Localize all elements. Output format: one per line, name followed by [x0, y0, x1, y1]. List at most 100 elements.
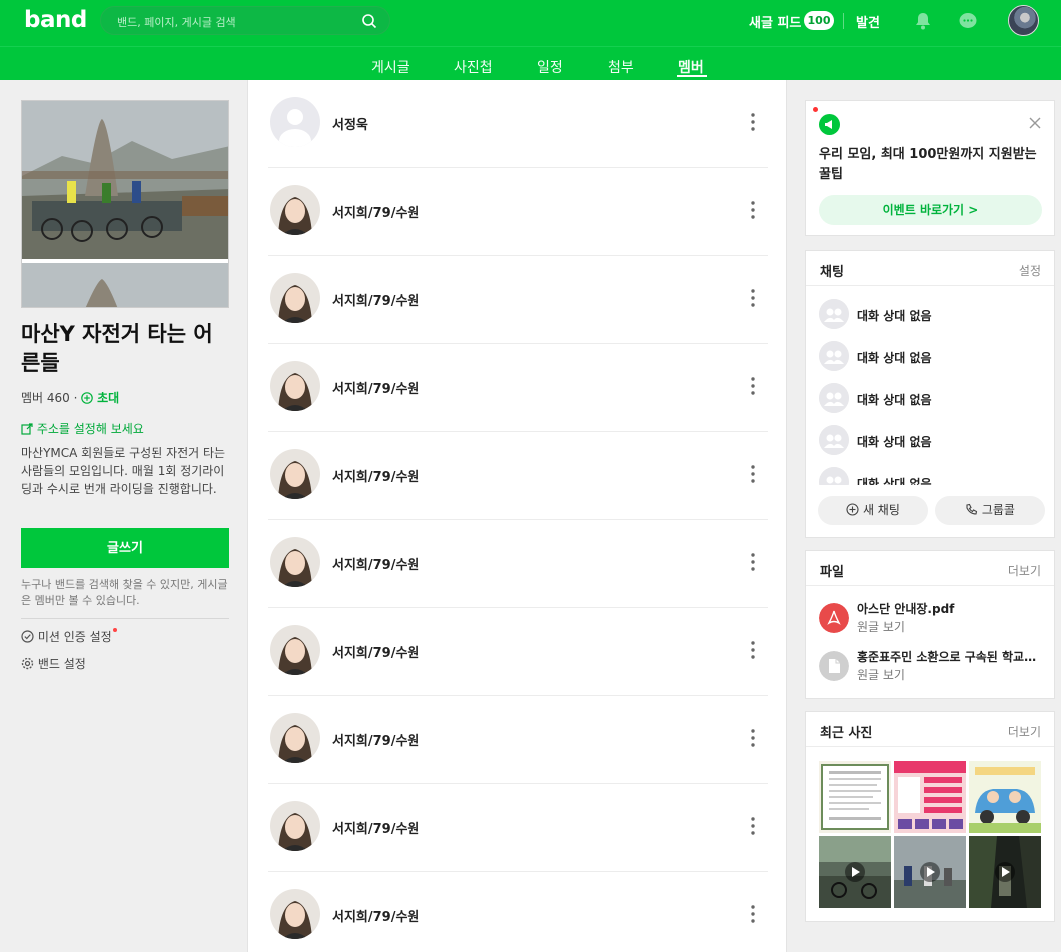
search-input[interactable]: 밴드, 페이지, 게시글 검색 — [117, 14, 236, 30]
invite-plus-icon[interactable] — [81, 392, 94, 404]
member-name[interactable]: 서지희/79/수원 — [332, 818, 419, 837]
member-name[interactable]: 서지희/79/수원 — [332, 642, 419, 661]
band-setting-link[interactable]: 밴드 설정 — [21, 655, 86, 672]
member-row[interactable]: 서지희/79/수원 — [268, 520, 768, 608]
file-name[interactable]: 아스단 안내장.pdf — [857, 600, 1047, 617]
photo-thumbnail[interactable] — [819, 761, 891, 833]
member-name[interactable]: 서지희/79/수원 — [332, 202, 419, 221]
new-chat-button[interactable]: 새 채팅 — [818, 496, 928, 525]
tab-schedule[interactable]: 일정 — [537, 57, 563, 77]
band-setting-label[interactable]: 밴드 설정 — [38, 657, 86, 671]
member-name[interactable]: 서지희/79/수원 — [332, 378, 419, 397]
set-address-label[interactable]: 주소를 설정해 보세요 — [37, 422, 144, 436]
chat-room-name[interactable]: 대화 상대 없음 — [857, 475, 932, 485]
file-item[interactable]: 홍준표주민 소환으로 구속된 학교급식 살리기 원글 보기 — [819, 648, 1047, 688]
chat-settings-link[interactable]: 설정 — [1019, 262, 1041, 279]
discover-link[interactable]: 발견 — [856, 12, 880, 31]
member-avatar[interactable] — [270, 889, 320, 939]
member-count[interactable]: 멤버 460 — [21, 391, 70, 405]
more-options-icon[interactable] — [746, 904, 760, 924]
member-name[interactable]: 서지희/79/수원 — [332, 730, 419, 749]
chat-room-name[interactable]: 대화 상대 없음 — [857, 307, 932, 324]
chat-bubble-icon[interactable] — [958, 11, 978, 31]
member-row[interactable]: 서지희/79/수원 — [268, 432, 768, 520]
member-avatar[interactable] — [270, 273, 320, 323]
member-name[interactable]: 서지희/79/수원 — [332, 554, 419, 573]
bell-icon[interactable] — [913, 11, 933, 31]
video-thumbnail[interactable] — [819, 836, 891, 908]
member-name[interactable]: 서지희/79/수원 — [332, 906, 419, 925]
new-feed-link[interactable]: 새글 피드 — [749, 12, 801, 31]
megaphone-icon — [819, 114, 840, 135]
member-avatar[interactable] — [270, 185, 320, 235]
member-row[interactable]: 서지희/79/수원 — [268, 872, 768, 952]
video-thumbnail[interactable] — [894, 836, 966, 908]
more-options-icon[interactable] — [746, 464, 760, 484]
top-bar: band 밴드, 페이지, 게시글 검색 새글 피드 100 발견 — [0, 0, 1061, 46]
member-name[interactable]: 서지희/79/수원 — [332, 290, 419, 309]
close-icon[interactable] — [1029, 117, 1041, 129]
group-avatar-icon — [819, 341, 849, 371]
file-item[interactable]: 아스단 안내장.pdf 원글 보기 — [819, 600, 1044, 640]
group-call-label[interactable]: 그룹콜 — [982, 503, 1015, 517]
play-icon[interactable] — [995, 862, 1015, 882]
more-options-icon[interactable] — [746, 816, 760, 836]
member-row[interactable]: 서지희/79/수원 — [268, 344, 768, 432]
more-options-icon[interactable] — [746, 112, 760, 132]
tab-members[interactable]: 멤버 — [678, 57, 704, 77]
member-avatar[interactable] — [270, 625, 320, 675]
profile-avatar[interactable] — [1008, 5, 1039, 36]
member-row[interactable]: 서지희/79/수원 — [268, 256, 768, 344]
mission-setting-label[interactable]: 미션 인증 설정 — [38, 630, 112, 644]
photo-thumbnail[interactable] — [969, 761, 1041, 833]
more-options-icon[interactable] — [746, 376, 760, 396]
member-photo — [270, 625, 320, 675]
search-box[interactable]: 밴드, 페이지, 게시글 검색 — [100, 6, 390, 35]
chat-room-name[interactable]: 대화 상대 없음 — [857, 433, 932, 450]
member-avatar[interactable] — [270, 449, 320, 499]
card-divider — [806, 285, 1054, 286]
member-row[interactable]: 서지희/79/수원 — [268, 608, 768, 696]
member-avatar[interactable] — [270, 537, 320, 587]
more-options-icon[interactable] — [746, 552, 760, 572]
tab-posts[interactable]: 게시글 — [371, 57, 410, 77]
files-more-link[interactable]: 더보기 — [1008, 562, 1041, 579]
more-options-icon[interactable] — [746, 200, 760, 220]
search-icon[interactable] — [361, 13, 377, 29]
photos-more-link[interactable]: 더보기 — [1008, 723, 1041, 740]
video-thumbnail[interactable] — [969, 836, 1041, 908]
play-icon[interactable] — [845, 862, 865, 882]
mission-setting-link[interactable]: 미션 인증 설정 — [21, 628, 117, 645]
member-name[interactable]: 서지희/79/수원 — [332, 466, 419, 485]
write-post-button[interactable]: 글쓰기 — [21, 528, 229, 568]
set-address-link[interactable]: 주소를 설정해 보세요 — [21, 420, 144, 437]
chat-room-name[interactable]: 대화 상대 없음 — [857, 391, 932, 408]
member-row[interactable]: 서지희/79/수원 — [268, 784, 768, 872]
view-original-link[interactable]: 원글 보기 — [857, 618, 905, 635]
member-row[interactable]: 서지희/79/수원 — [268, 168, 768, 256]
more-options-icon[interactable] — [746, 640, 760, 660]
tab-attachments[interactable]: 첨부 — [608, 57, 634, 77]
event-button[interactable]: 이벤트 바로가기 > — [819, 195, 1042, 225]
invite-link[interactable]: 초대 — [97, 391, 119, 405]
member-name[interactable]: 서정욱 — [332, 114, 368, 133]
chat-room-name[interactable]: 대화 상대 없음 — [857, 349, 932, 366]
group-avatar-icon — [819, 383, 849, 413]
band-logo[interactable]: band — [24, 7, 87, 33]
new-chat-label[interactable]: 새 채팅 — [863, 503, 900, 517]
member-row[interactable]: 서지희/79/수원 — [268, 696, 768, 784]
group-call-button[interactable]: 그룹콜 — [935, 496, 1045, 525]
member-row[interactable]: 서정욱 — [268, 80, 768, 168]
band-cover-image[interactable] — [21, 100, 229, 308]
file-name[interactable]: 홍준표주민 소환으로 구속된 학교급식 살리기 — [857, 648, 1047, 665]
more-options-icon[interactable] — [746, 728, 760, 748]
member-avatar[interactable] — [270, 97, 320, 147]
tab-photos[interactable]: 사진첩 — [454, 57, 493, 77]
play-icon[interactable] — [920, 862, 940, 882]
photo-thumbnail[interactable] — [894, 761, 966, 833]
member-avatar[interactable] — [270, 361, 320, 411]
view-original-link[interactable]: 원글 보기 — [857, 666, 905, 683]
member-avatar[interactable] — [270, 801, 320, 851]
more-options-icon[interactable] — [746, 288, 760, 308]
member-avatar[interactable] — [270, 713, 320, 763]
